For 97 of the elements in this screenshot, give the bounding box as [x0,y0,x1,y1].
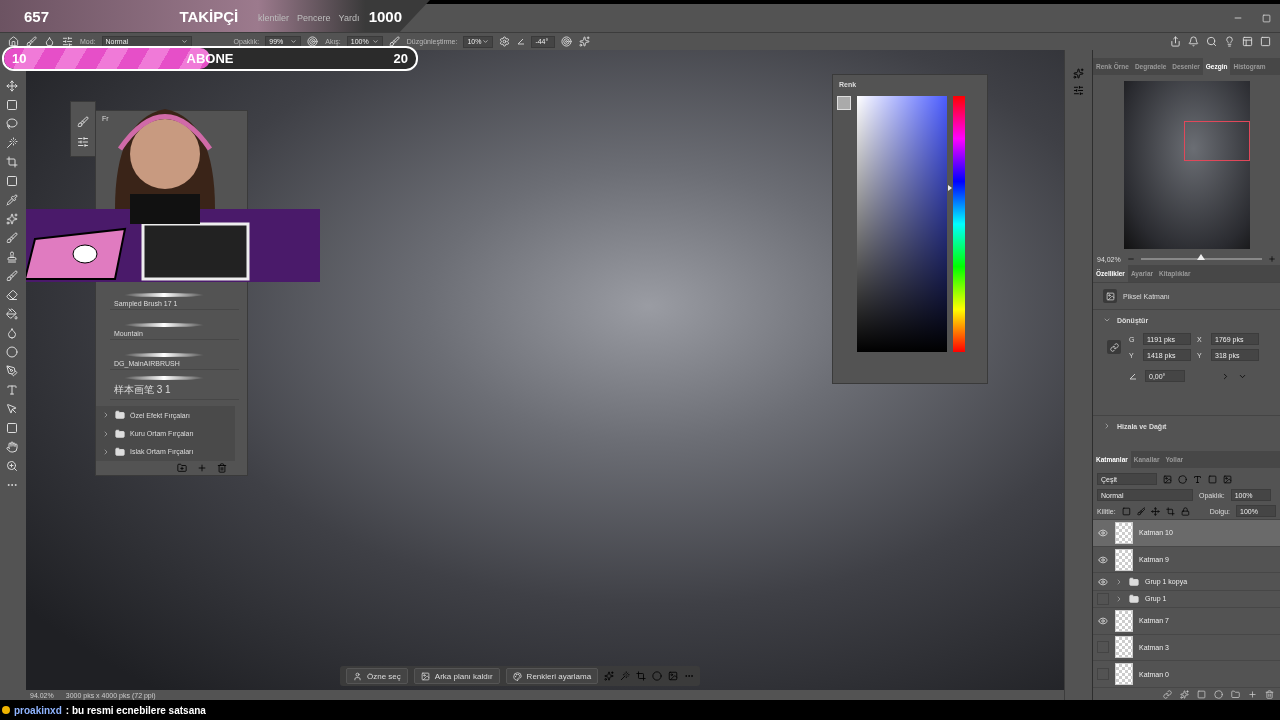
brush-name: 样本画笔 3 1 [114,383,172,398]
delete-icon[interactable] [1265,689,1274,699]
follower-goal: 1000 [368,7,402,25]
chat-message: : bu resmi ecnebilere satsana [65,704,206,716]
folder-icon [1129,593,1139,604]
chat-username[interactable]: proakinxd [14,704,62,716]
lock-paint-icon[interactable] [1136,506,1146,516]
stamp-tool-icon[interactable] [6,251,20,265]
chevron-down-icon[interactable] [1103,316,1111,324]
subscriber-count: 10 [12,51,27,66]
chevron-right-icon[interactable] [102,411,110,420]
type-tool-icon[interactable] [6,384,20,398]
search-icon[interactable] [1206,35,1218,48]
visibility-toggle[interactable] [1097,526,1109,539]
eraser-tool-icon[interactable] [6,289,20,303]
layer-thumbnail [1115,548,1133,571]
wand-tool-icon[interactable] [6,137,20,151]
airbrush-icon[interactable] [388,35,401,48]
caret-icon [482,38,490,45]
pen-tool-icon[interactable] [6,365,20,379]
layer-thumbnail [1115,609,1133,632]
caret-icon [290,38,298,45]
link-icon[interactable] [1107,340,1121,354]
color-field[interactable] [857,96,947,352]
shape-tool-icon[interactable] [6,422,20,436]
delete-icon[interactable] [217,463,227,473]
zoom-tool-icon[interactable] [6,460,20,474]
angle-icon [1129,372,1137,380]
folder-icon [115,428,125,439]
layer-thumbnail [1115,636,1133,659]
new-folder-icon[interactable] [177,463,187,473]
angle-icon [517,38,526,45]
adjust-icon[interactable] [1073,85,1084,96]
chevron-right-icon[interactable] [1103,422,1111,430]
visibility-toggle[interactable] [1097,575,1109,588]
pressure-icon[interactable] [307,35,320,48]
chevron-right-icon[interactable] [102,429,110,438]
badge-icon [2,706,10,714]
palette-icon [512,671,522,681]
lock-all-icon[interactable] [1181,506,1190,516]
link-layers-icon[interactable] [1163,689,1172,699]
history-brush-icon[interactable] [6,270,20,284]
hue-spectrum-track[interactable] [953,96,965,352]
brush-icon[interactable] [26,35,38,48]
new-brush-icon[interactable] [197,463,207,473]
workspace-icon[interactable] [1242,35,1254,48]
folder-icon [115,446,125,457]
notifications-icon[interactable] [1188,35,1200,48]
filter-type-icon[interactable] [1193,474,1202,484]
follower-label: TAKİPÇİ [179,7,239,25]
brush-tool-icon[interactable] [6,232,20,246]
brush-settings-icon[interactable] [62,35,74,48]
person-icon [353,671,362,681]
group-icon[interactable] [1231,689,1240,699]
zoom-in-icon[interactable] [1268,255,1276,263]
caret-icon [371,38,379,45]
hue-thumb[interactable] [948,185,952,192]
menu-item[interactable]: Pencere [297,13,331,23]
layer-thumbnail [1115,521,1133,544]
filter-shape-icon[interactable] [1208,474,1217,484]
chevron-right-icon[interactable] [102,447,110,456]
move-tool-icon[interactable] [6,80,20,94]
lasso-tool-icon[interactable] [6,118,20,132]
task-button[interactable]: Renkleri ayarlama [505,668,599,684]
lightbulb-icon[interactable] [1224,35,1236,48]
view-rectangle [1183,121,1250,161]
frame-tool-icon[interactable] [6,175,20,189]
marquee-tool-icon[interactable] [6,99,20,113]
subscriber-goal: 20 [393,51,408,66]
brush-settings-icon[interactable] [77,136,89,148]
menu-item[interactable]: Yardı [338,13,360,23]
lock-position-icon[interactable] [1151,506,1161,516]
crop-tool-icon[interactable] [6,156,20,170]
task-button[interactable]: Arka planı kaldır [413,668,500,684]
color-swatch-icon[interactable] [837,96,851,110]
brush-preset[interactable]: 样本画笔 3 1 [110,370,239,401]
brush-panel-icon[interactable] [77,116,89,128]
hand-tool-icon[interactable] [6,441,20,455]
image-icon [420,671,430,681]
home-icon[interactable] [8,35,20,48]
new-layer-icon[interactable] [1248,689,1257,699]
eyedropper-tool-icon[interactable] [6,194,20,208]
follower-count: 657 [24,7,50,25]
visibility-toggle[interactable] [1097,553,1109,566]
folder-icon [1129,576,1139,587]
path-select-icon[interactable] [6,403,20,417]
folder-icon [115,410,125,421]
settings-icon[interactable] [499,35,512,48]
pixel-layer-icon [1103,289,1117,303]
share-icon[interactable] [1170,35,1182,48]
visibility-toggle[interactable] [1097,614,1109,627]
restore-icon [1261,13,1271,23]
task-button[interactable]: Özne seç [346,668,408,684]
layer-thumbnail [1115,663,1133,686]
bucket-tool-icon[interactable] [6,308,20,322]
filter-pixel-icon[interactable] [1163,474,1172,484]
caret-icon [180,38,188,45]
